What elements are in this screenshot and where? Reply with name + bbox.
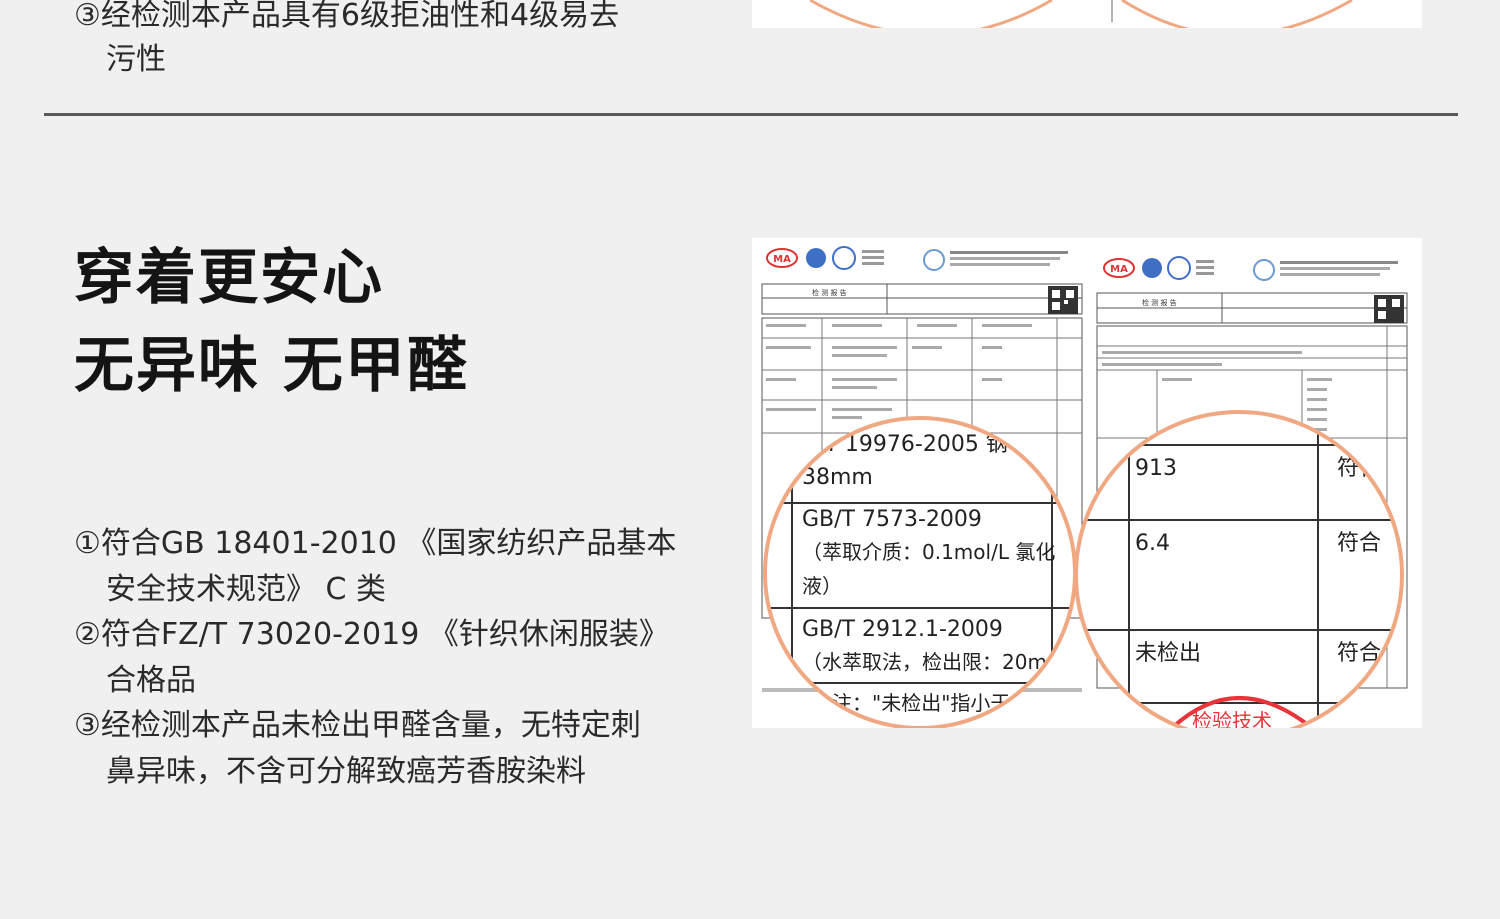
compliance-item-2: ②符合FZ/T 73020-2019 《针织休闲服装》 合格品 [74, 612, 734, 703]
svg-text:检 测 报 告: 检 测 报 告 [1142, 298, 1177, 307]
compliance-item-3-line1: ③经检测本产品未检出甲醛含量，无特定刺 [74, 708, 641, 743]
compliance-item-1-line2: 安全技术规范》 C 类 [106, 571, 387, 607]
section-heading: 穿着更安心 无异味 无甲醛 [74, 234, 469, 410]
test-report-image: MA 检 测 报 告 MA 检 测 报 告 B/T 19976-2005 钢 3… [752, 238, 1422, 740]
zoom-left-row3b: （水萃取法，检出限：20m [802, 650, 1047, 674]
zoom-right-stamp-text: 检验技术 [1192, 709, 1272, 728]
svg-text:MA: MA [1110, 264, 1128, 275]
zoom-left-row2: GB/T 7573-2009 [802, 507, 982, 532]
compliance-item-1: ①符合GB 18401-2010 《国家纺织产品基本 安全技术规范》 C 类 [74, 521, 734, 612]
zoom-right-conclusion-2: 符合 [1337, 531, 1381, 556]
compliance-item-1-line1: ①符合GB 18401-2010 《国家纺织产品基本 [74, 526, 677, 561]
compliance-item-3-line2: 鼻异味，不含可分解致癌芳香胺染料 [106, 753, 586, 789]
compliance-item-2-line1: ②符合FZ/T 73020-2019 《针织休闲服装》 [74, 617, 669, 652]
heading-line-1: 穿着更安心 [74, 243, 384, 313]
compliance-item-3: ③经检测本产品未检出甲醛含量，无特定刺 鼻异味，不含可分解致癌芳香胺染料 [74, 703, 734, 794]
compliance-list: ①符合GB 18401-2010 《国家纺织产品基本 安全技术规范》 C 类 ②… [74, 521, 734, 794]
previous-item-3-line2: 污性 [106, 42, 166, 77]
compliance-item-2-line2: 合格品 [106, 662, 196, 698]
zoom-left-row3: GB/T 2912.1-2009 [802, 617, 1003, 642]
zoom-left-row2b: （萃取介质：0.1mol/L 氯化 [802, 540, 1055, 564]
zoom-right-value-1: 913 [1135, 456, 1177, 481]
zoom-left-row1b: 38mm [802, 465, 873, 490]
zoom-right-value-2: 6.4 [1135, 531, 1170, 556]
heading-line-2: 无异味 无甲醛 [74, 331, 469, 401]
svg-text:检 测 报 告: 检 测 报 告 [812, 288, 847, 297]
previous-item-3-line1: ③经检测本产品具有6级拒油性和4级易去 [74, 0, 620, 33]
zoom-left-row2c: 液） [802, 574, 842, 598]
previous-report-image [752, 0, 1422, 28]
zoom-left-note: 注："未检出"指小于 [832, 691, 1010, 715]
svg-text:MA: MA [773, 254, 791, 265]
section-divider [44, 113, 1458, 116]
previous-section-text: ③经检测本产品具有6级拒油性和4级易去 污性 [74, 0, 734, 82]
zoom-right-value-3: 未检出 [1135, 641, 1201, 666]
